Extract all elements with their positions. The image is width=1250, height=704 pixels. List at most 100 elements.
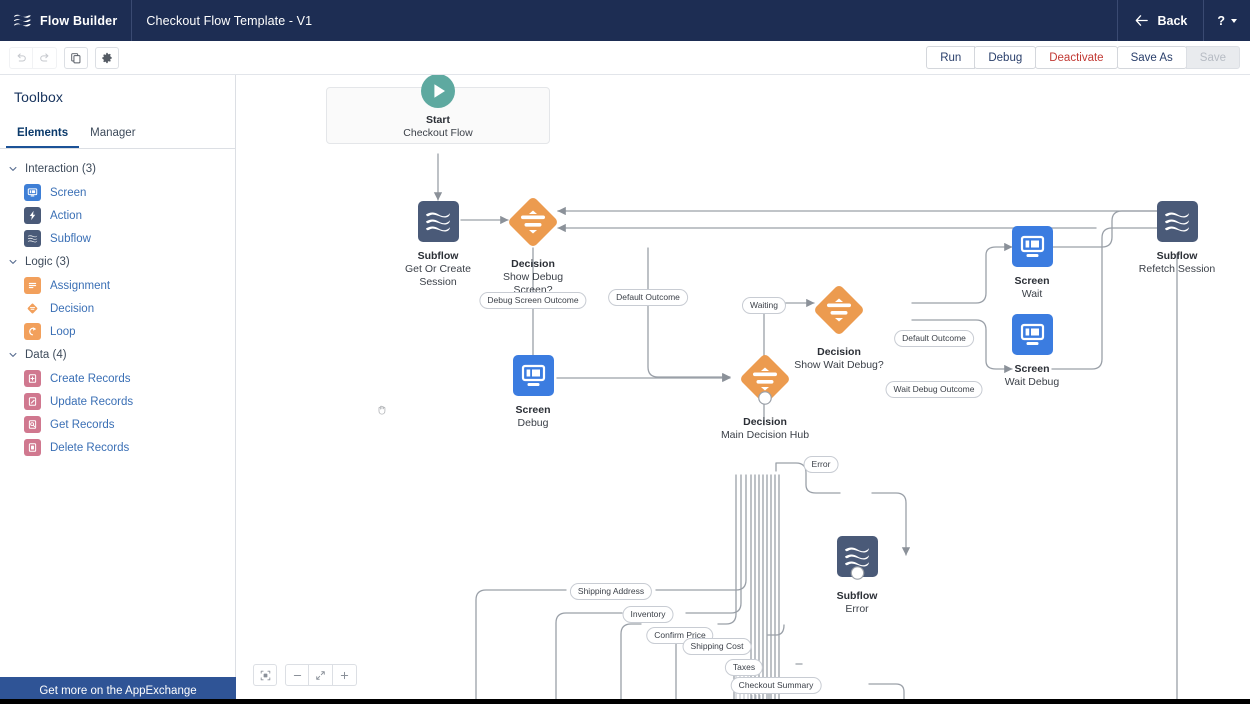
zoom-out-button[interactable]: [285, 664, 309, 686]
element-label-decision: Decision: [50, 302, 95, 315]
save-button[interactable]: Save: [1185, 46, 1240, 69]
redo-icon: [39, 52, 51, 64]
node-title-decision-debug: Decision: [511, 258, 555, 270]
node-subtitle-screen-wait: Wait: [1021, 288, 1043, 300]
element-assignment[interactable]: Assignment: [0, 274, 235, 297]
toolbar-left-group: [0, 46, 119, 69]
flow-canvas[interactable]: Start Checkout Flow Subflow Get Or Creat…: [236, 75, 1250, 704]
connector-label-shipping-cost[interactable]: Shipping Cost: [682, 638, 752, 655]
group-header-data[interactable]: Data (4): [0, 343, 235, 367]
connector-label-waiting[interactable]: Waiting: [741, 297, 787, 314]
element-label-action: Action: [50, 209, 82, 222]
grab-hand-cursor-icon: [376, 403, 389, 416]
group-header-interaction[interactable]: Interaction (3): [0, 157, 235, 181]
subflow-icon: [417, 201, 459, 247]
node-subflow-session[interactable]: Subflow Get Or Create Session: [388, 201, 488, 289]
element-subflow[interactable]: Subflow: [0, 227, 235, 250]
settings-button[interactable]: [95, 46, 119, 69]
node-title-subflow-error: Subflow: [836, 590, 878, 602]
app-logo-block[interactable]: Flow Builder: [0, 0, 131, 41]
node-title-decision-main: Decision: [743, 416, 787, 428]
node-title-screen-wait: Screen: [1014, 275, 1050, 287]
zoom-in-button[interactable]: [333, 664, 357, 686]
update-records-icon: [24, 393, 41, 410]
node-subtitle-subflow-error: Error: [845, 603, 869, 615]
assignment-icon: [24, 277, 41, 294]
app-header: Flow Builder Checkout Flow Template - V1…: [0, 0, 1250, 41]
chevron-down-icon: [8, 350, 18, 360]
debug-button[interactable]: Debug: [974, 46, 1037, 69]
copy-icon: [70, 52, 82, 64]
zoom-button-group: [285, 664, 357, 686]
bottom-edge-strip: [0, 699, 1250, 704]
connector-label-wait-debug-outcome[interactable]: Wait Debug Outcome: [885, 381, 983, 398]
node-title-screen-debug: Screen: [515, 404, 551, 416]
connector-label-debug-screen-outcome[interactable]: Debug Screen Outcome: [479, 292, 587, 309]
deactivate-button[interactable]: Deactivate: [1035, 46, 1118, 69]
node-screen-wait-debug[interactable]: Screen Wait Debug: [982, 314, 1082, 389]
copy-button[interactable]: [64, 46, 88, 69]
flow-builder-logo-icon: [13, 12, 31, 30]
node-screen-wait[interactable]: Screen Wait: [982, 226, 1082, 301]
element-get-records[interactable]: Get Records: [0, 413, 235, 436]
save-as-button[interactable]: Save As: [1116, 46, 1187, 69]
minus-icon: [292, 670, 303, 681]
connector-label-taxes[interactable]: Taxes: [724, 659, 764, 676]
flow-name-label: Checkout Flow Template - V1: [146, 13, 313, 28]
gear-icon: [101, 52, 113, 64]
back-button[interactable]: Back: [1117, 0, 1203, 41]
create-records-icon: [24, 370, 41, 387]
screen-icon: [1011, 226, 1053, 272]
node-screen-debug[interactable]: Screen Debug: [483, 355, 583, 430]
element-loop[interactable]: Loop: [0, 320, 235, 343]
help-icon: ?: [1217, 13, 1225, 28]
subflow-icon: [24, 230, 41, 247]
element-decision[interactable]: Decision: [0, 297, 235, 320]
node-subtitle-subflow-session: Get Or Create Session: [405, 263, 471, 288]
help-menu-button[interactable]: ?: [1203, 0, 1250, 41]
node-title-decision-wait-debug: Decision: [817, 346, 861, 358]
redo-button[interactable]: [33, 46, 57, 69]
header-actions: Back ?: [1117, 0, 1250, 41]
node-start[interactable]: Start Checkout Flow: [388, 75, 488, 140]
node-decision-debug[interactable]: Decision Show Debug Screen?: [483, 195, 583, 297]
node-subflow-refetch[interactable]: Subflow Refetch Session: [1127, 201, 1227, 276]
zoom-reset-button[interactable]: [309, 664, 333, 686]
toolbox-tabs: Elements Manager: [0, 118, 235, 149]
group-label-data: Data (4): [25, 349, 67, 361]
element-create-records[interactable]: Create Records: [0, 367, 235, 390]
tab-manager[interactable]: Manager: [79, 118, 146, 148]
app-name-label: Flow Builder: [40, 13, 118, 28]
group-label-logic: Logic (3): [25, 256, 70, 268]
back-label: Back: [1157, 13, 1188, 28]
connector-label-default-outcome-1[interactable]: Default Outcome: [608, 289, 688, 306]
tab-elements[interactable]: Elements: [6, 118, 80, 148]
connector-label-checkout-summary[interactable]: Checkout Summary: [730, 677, 822, 694]
undo-button[interactable]: [9, 46, 33, 69]
connector-label-shipping-address[interactable]: Shipping Address: [569, 583, 653, 600]
group-label-interaction: Interaction (3): [25, 163, 96, 175]
editor-toolbar: Run Debug Deactivate Save As Save: [0, 41, 1250, 75]
element-update-records[interactable]: Update Records: [0, 390, 235, 413]
fit-to-view-button[interactable]: [253, 664, 277, 686]
connector-label-default-outcome-2[interactable]: Default Outcome: [894, 330, 974, 347]
node-decision-wait-debug[interactable]: Decision Show Wait Debug?: [784, 283, 894, 372]
element-action[interactable]: Action: [0, 204, 235, 227]
node-title-screen-wait-debug: Screen: [1014, 363, 1050, 375]
chevron-down-icon: [8, 164, 18, 174]
connector-label-error[interactable]: Error: [803, 456, 839, 473]
element-screen[interactable]: Screen: [0, 181, 235, 204]
element-label-delete-records: Delete Records: [50, 441, 130, 454]
node-subflow-error[interactable]: Subflow Error: [807, 536, 907, 616]
group-header-logic[interactable]: Logic (3): [0, 250, 235, 274]
action-bolt-icon: [24, 207, 41, 224]
element-delete-records[interactable]: Delete Records: [0, 436, 235, 459]
node-subtitle-decision-wait-debug: Show Wait Debug?: [794, 359, 884, 371]
screen-icon: [1011, 314, 1053, 360]
toolbar-right-group: Run Debug Deactivate Save As Save: [926, 46, 1250, 69]
connector-label-inventory[interactable]: Inventory: [622, 606, 674, 623]
run-button[interactable]: Run: [926, 46, 976, 69]
element-label-assignment: Assignment: [50, 279, 111, 292]
undo-icon: [15, 52, 27, 64]
decision-diamond-icon: [506, 195, 560, 254]
